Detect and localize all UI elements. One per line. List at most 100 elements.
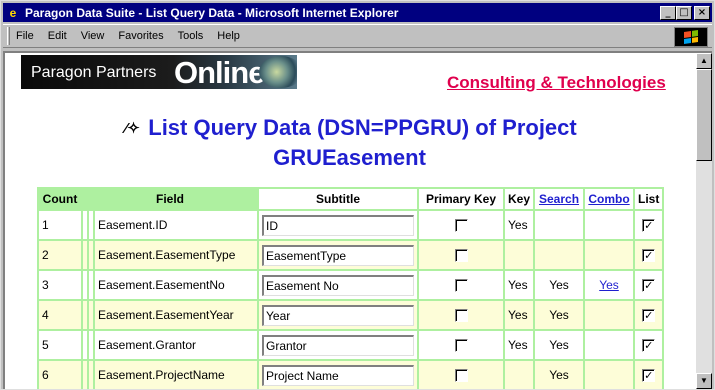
- cell-primary-key: [419, 301, 503, 329]
- primary-key-checkbox[interactable]: [454, 248, 468, 262]
- cell-combo: [585, 331, 634, 359]
- list-checkbox[interactable]: ✓: [642, 218, 656, 232]
- cell-field: Easement.ID: [95, 211, 257, 239]
- cell-search: [535, 211, 584, 239]
- browser-window: e Paragon Data Suite - List Query Data -…: [0, 0, 715, 390]
- vertical-scrollbar[interactable]: ▲ ▼: [696, 53, 712, 389]
- cell-field: Easement.EasementNo: [95, 271, 257, 299]
- primary-key-checkbox[interactable]: [454, 368, 468, 382]
- cell-spacer: [83, 271, 87, 299]
- table-row: 5 Easement.Grantor YesYes ✓: [39, 331, 663, 359]
- paragon-banner-logo: Paragon Partners Online: [21, 55, 297, 89]
- menu-tools[interactable]: Tools: [178, 30, 204, 42]
- cell-key: Yes: [505, 301, 534, 329]
- cell-subtitle: [259, 361, 417, 389]
- cell-spacer: [89, 241, 93, 269]
- cell-list: ✓: [635, 271, 663, 299]
- combo-yes-link[interactable]: Yes: [599, 278, 619, 292]
- query-fields-table: Count Field Subtitle Primary Key Key Sea…: [37, 187, 665, 389]
- cell-subtitle: [259, 271, 417, 299]
- cell-spacer: [89, 331, 93, 359]
- cell-spacer: [83, 301, 87, 329]
- header-combo: Combo: [585, 189, 634, 209]
- consulting-link[interactable]: Consulting & Technologies: [447, 73, 666, 93]
- cell-key: [505, 361, 534, 389]
- scroll-up-arrow-icon[interactable]: ▲: [696, 53, 712, 69]
- primary-key-checkbox[interactable]: [454, 278, 468, 292]
- scroll-down-arrow-icon[interactable]: ▼: [696, 373, 712, 389]
- subtitle-input[interactable]: [262, 304, 414, 326]
- maximize-button[interactable]: □: [676, 5, 692, 20]
- search-sort-link[interactable]: Search: [539, 192, 579, 206]
- cell-list: ✓: [635, 331, 663, 359]
- cell-count: 5: [39, 331, 81, 359]
- subtitle-input[interactable]: [262, 244, 414, 266]
- header-list: List: [635, 189, 663, 209]
- cell-search: Yes: [535, 331, 584, 359]
- cell-count: 2: [39, 241, 81, 269]
- list-checkbox[interactable]: ✓: [642, 338, 656, 352]
- table-row: 4 Easement.EasementYear YesYes ✓: [39, 301, 663, 329]
- cell-search: [535, 241, 584, 269]
- cell-key: [505, 241, 534, 269]
- subtitle-input[interactable]: [262, 334, 414, 356]
- list-checkbox[interactable]: ✓: [642, 368, 656, 382]
- title-line-2: GRUEasement: [273, 145, 426, 170]
- table-header-row: Count Field Subtitle Primary Key Key Sea…: [39, 189, 663, 209]
- window-title: Paragon Data Suite - List Query Data - M…: [25, 5, 399, 20]
- menu-bar: File Edit View Favorites Tools Help: [3, 24, 712, 48]
- cell-combo: [585, 361, 634, 389]
- menu-edit[interactable]: Edit: [48, 30, 67, 42]
- subtitle-input[interactable]: [262, 214, 414, 236]
- menu-file[interactable]: File: [16, 30, 34, 42]
- cell-field: Easement.ProjectName: [95, 361, 257, 389]
- list-checkbox[interactable]: ✓: [642, 248, 656, 262]
- minimize-button[interactable]: _: [660, 5, 676, 20]
- menu-view[interactable]: View: [81, 30, 105, 42]
- scroll-thumb[interactable]: [696, 69, 712, 161]
- table-row: 1 Easement.ID Yes ✓: [39, 211, 663, 239]
- cell-list: ✓: [635, 301, 663, 329]
- header-search: Search: [535, 189, 584, 209]
- cell-primary-key: [419, 241, 503, 269]
- combo-sort-link[interactable]: Combo: [588, 192, 629, 206]
- cell-spacer: [83, 331, 87, 359]
- cell-primary-key: [419, 271, 503, 299]
- swirl-graphic: [259, 56, 297, 88]
- cell-field: Easement.EasementType: [95, 241, 257, 269]
- cell-subtitle: [259, 211, 417, 239]
- primary-key-checkbox[interactable]: [454, 308, 468, 322]
- list-checkbox[interactable]: ✓: [642, 278, 656, 292]
- header-primary-key: Primary Key: [419, 189, 503, 209]
- header-field: Field: [83, 189, 257, 209]
- banner-online-text: Online: [174, 55, 265, 89]
- magic-wand-icon: ⁄✧: [124, 120, 140, 137]
- list-checkbox[interactable]: ✓: [642, 308, 656, 322]
- subtitle-input[interactable]: [262, 364, 414, 386]
- cell-primary-key: [419, 211, 503, 239]
- close-button[interactable]: ×: [694, 5, 710, 20]
- cell-combo: [585, 241, 634, 269]
- cell-combo: [585, 211, 634, 239]
- primary-key-checkbox[interactable]: [454, 218, 468, 232]
- cell-spacer: [89, 271, 93, 299]
- cell-spacer: [89, 361, 93, 389]
- menu-help[interactable]: Help: [217, 30, 240, 42]
- table-row: 3Easement.EasementNoYesYesYes✓: [39, 271, 663, 299]
- subtitle-input[interactable]: [262, 274, 414, 296]
- cell-list: ✓: [635, 241, 663, 269]
- table-row: 6 Easement.ProjectName Yes ✓: [39, 361, 663, 389]
- header-key: Key: [505, 189, 534, 209]
- page-content: Paragon Partners Online Consulting & Tec…: [5, 53, 694, 389]
- title-bar: e Paragon Data Suite - List Query Data -…: [3, 3, 712, 22]
- cell-spacer: [83, 211, 87, 239]
- cell-search: Yes: [535, 271, 584, 299]
- cell-field: Easement.Grantor: [95, 331, 257, 359]
- menu-grip: [7, 27, 10, 45]
- cell-spacer: [89, 301, 93, 329]
- cell-count: 1: [39, 211, 81, 239]
- primary-key-checkbox[interactable]: [454, 338, 468, 352]
- cell-spacer: [89, 211, 93, 239]
- cell-count: 4: [39, 301, 81, 329]
- menu-favorites[interactable]: Favorites: [118, 30, 163, 42]
